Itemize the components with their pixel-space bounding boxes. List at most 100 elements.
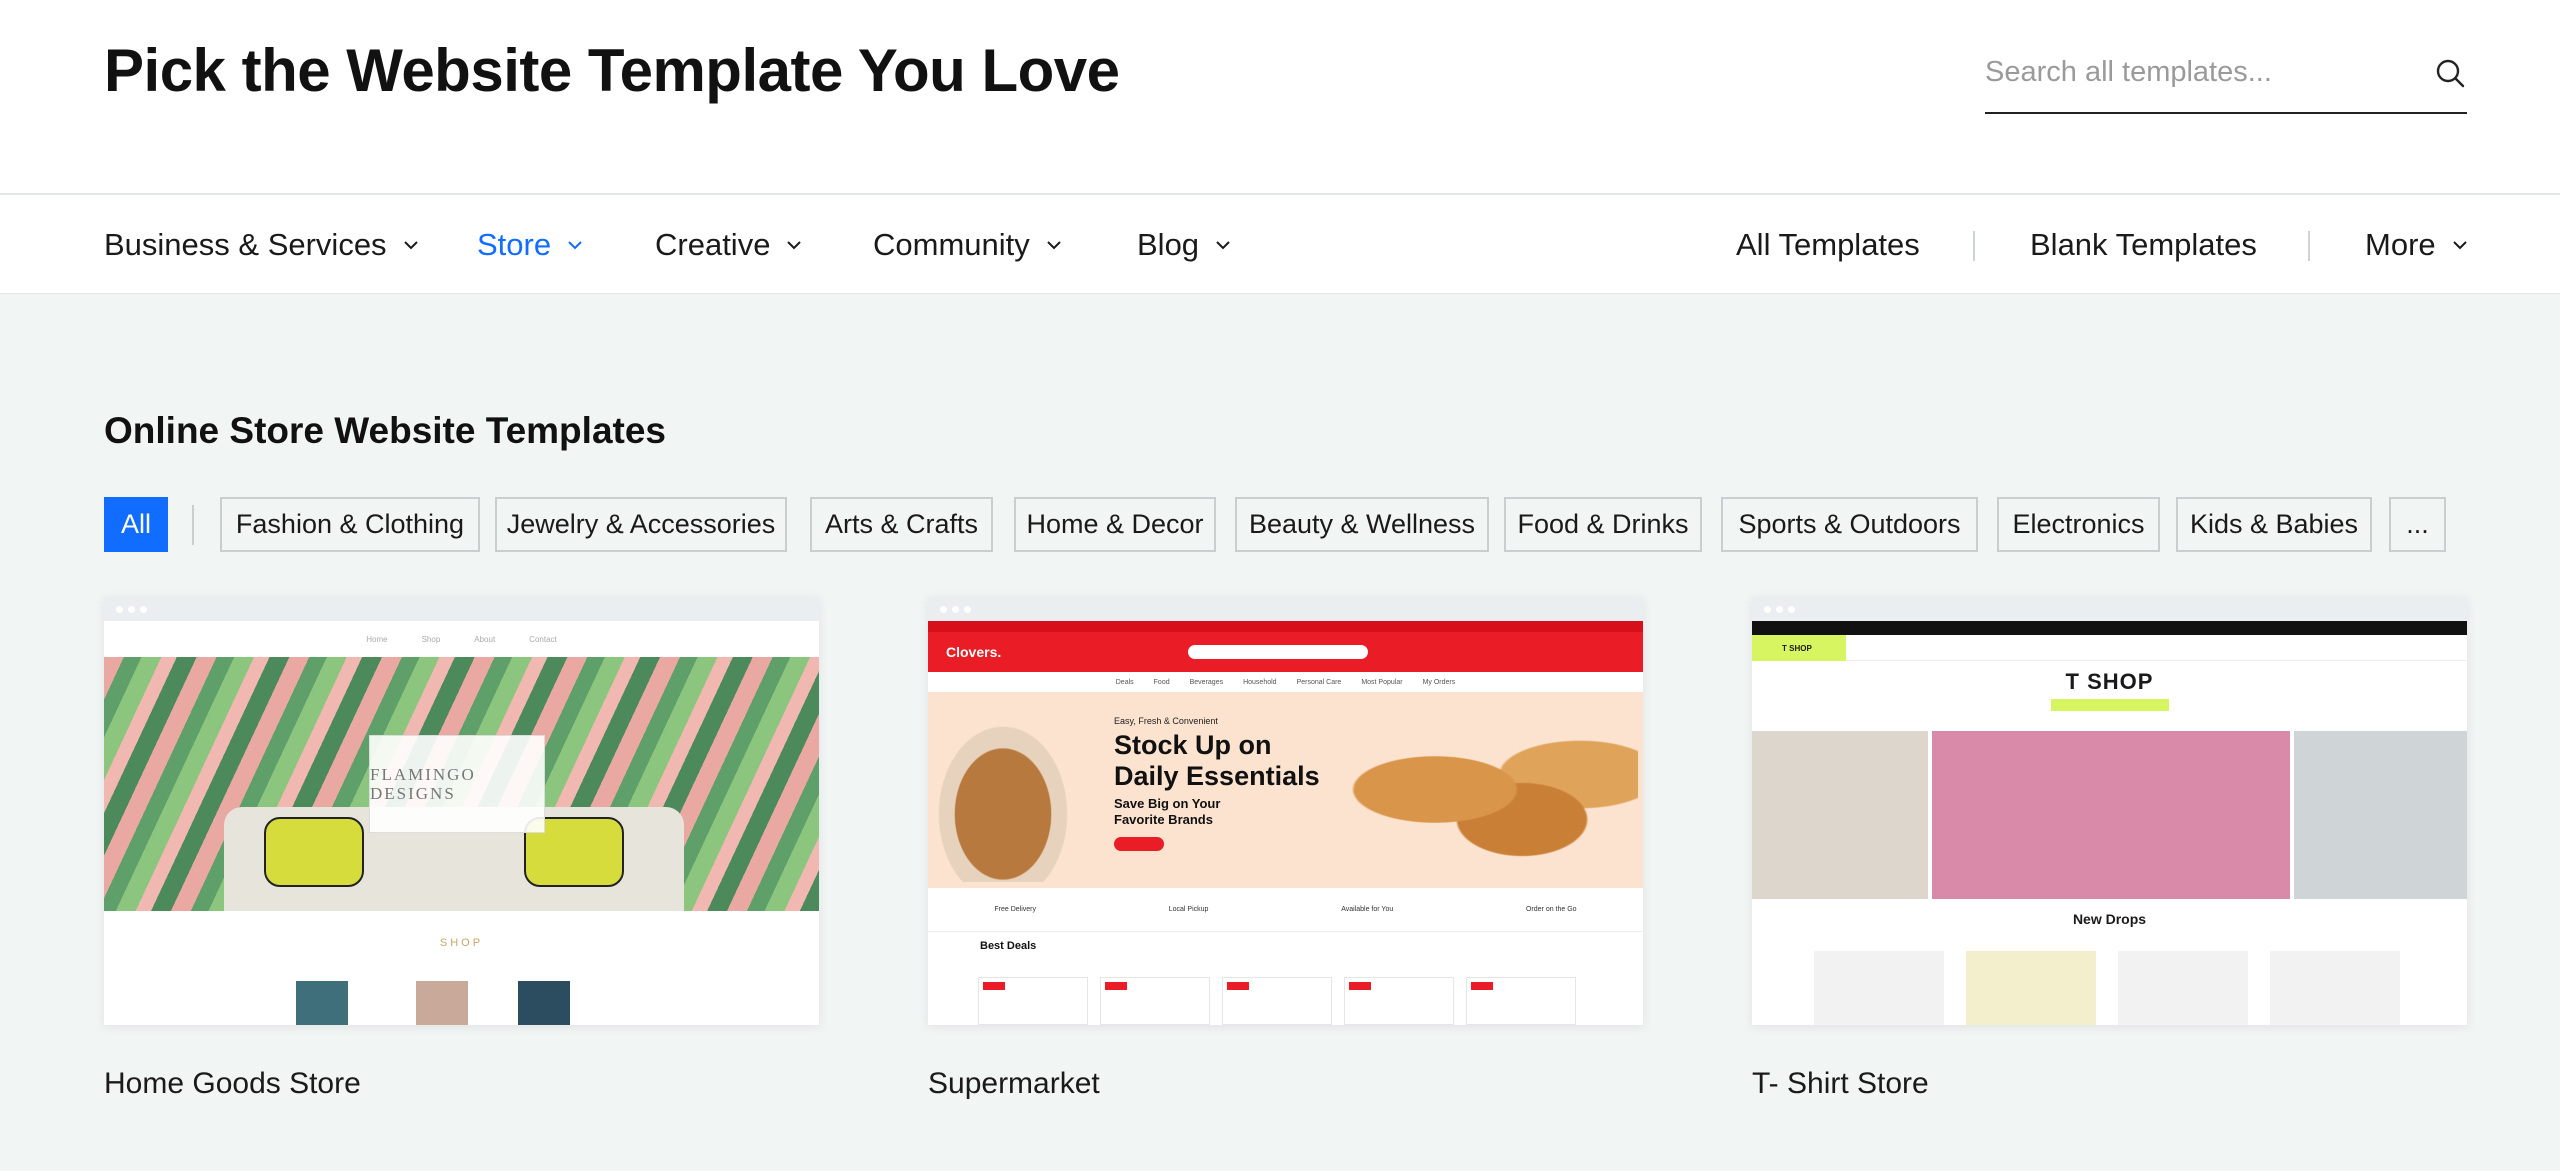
nav-label: Creative [655, 226, 771, 262]
preview-subheadline-line: Favorite Brands [1114, 812, 1213, 827]
search-icon[interactable] [2433, 56, 2467, 90]
product-tile [1966, 951, 2096, 1025]
nav-label: All Templates [1736, 226, 1920, 262]
preview-subheadline-line: Save Big on Your [1114, 796, 1221, 811]
page-title: Pick the Website Template You Love [104, 37, 1120, 104]
filter-chip-arts-crafts[interactable]: Arts & Crafts [810, 497, 993, 552]
nav-divider [1973, 231, 1975, 261]
preview-header: T SHOP [1752, 635, 2467, 661]
filter-chip-all[interactable]: All [104, 497, 168, 552]
product-image [296, 981, 348, 1025]
nav-community[interactable]: Community [873, 195, 1064, 294]
search-box[interactable] [1985, 46, 2467, 114]
preview-title: T SHOP [2065, 669, 2154, 694]
preview-brand-sign: FLAMINGO DESIGNS [369, 735, 545, 833]
preview-tagline [2050, 699, 2169, 711]
preview-deals-title: Best Deals [980, 940, 1037, 952]
filter-chips: All Fashion & Clothing Jewelry & Accesso… [104, 497, 2504, 552]
nav-label: Blank Templates [2030, 226, 2257, 262]
preview-subheadline: Save Big on Your Favorite Brands [1114, 796, 1220, 828]
browser-bar [1752, 597, 2467, 621]
preview-new-drops: New Drops [2072, 911, 2147, 927]
preview-headline: Stock Up on Daily Essentials [1114, 730, 1320, 792]
preview-features: Free Delivery Local Pickup Available for… [928, 888, 1643, 932]
filter-chip-food-drinks[interactable]: Food & Drinks [1504, 497, 1702, 552]
nav-all-templates[interactable]: All Templates [1736, 195, 1920, 294]
loaves-image [1348, 722, 1638, 872]
preview-hero-image: FLAMINGO DESIGNS [104, 657, 819, 911]
preview-shop-label: SHOP [439, 937, 484, 949]
preview-eyebrow: Easy, Fresh & Convenient [1114, 716, 1218, 726]
filter-chip-jewelry-accessories[interactable]: Jewelry & Accessories [495, 497, 787, 552]
browser-bar [104, 597, 819, 621]
chevron-down-icon [1216, 240, 1230, 249]
section-title: Online Store Website Templates [104, 410, 666, 451]
filter-chip-beauty-wellness[interactable]: Beauty & Wellness [1235, 497, 1489, 552]
chevron-down-icon [403, 240, 418, 249]
preview-promo-bar [1752, 621, 2467, 635]
feature-label: Free Delivery [994, 906, 1036, 913]
product-tile [1344, 977, 1454, 1025]
nav-label: Blog [1137, 226, 1200, 262]
chevron-down-icon [568, 240, 582, 249]
product-image [416, 981, 468, 1025]
template-card-home-goods[interactable]: Home Shop About Contact FLAMINGO DESIGNS SH… [104, 597, 819, 1101]
preview-shop-button [1114, 837, 1164, 851]
preview-hero: Easy, Fresh & Convenient Stock Up on Dai… [928, 692, 1643, 888]
model-photo [1752, 731, 1928, 899]
chevron-down-icon [787, 240, 802, 249]
pillow-image [264, 817, 364, 887]
filter-chip-electronics[interactable]: Electronics [1997, 497, 2160, 552]
product-tile [1222, 977, 1332, 1025]
nav-creative[interactable]: Creative [655, 195, 804, 294]
nav-blank-templates[interactable]: Blank Templates [2030, 195, 2257, 294]
nav-label: Store [477, 226, 552, 262]
template-thumbnail[interactable]: T SHOP T SHOP New Drops [1752, 597, 2467, 1025]
product-tile [1466, 977, 1576, 1025]
preview-nav: Home Shop About Contact [104, 621, 819, 657]
nav-label: Business & Services [104, 226, 387, 262]
product-tile [978, 977, 1088, 1025]
preview-headline-line: Daily Essentials [1114, 761, 1320, 791]
feature-label: Order on the Go [1525, 906, 1577, 913]
template-name[interactable]: Supermarket [928, 1067, 1643, 1101]
model-photo [2294, 731, 2467, 899]
template-card-tshirt-store[interactable]: T SHOP T SHOP New Drops T- Shirt Store [1752, 597, 2467, 1101]
template-card-supermarket[interactable]: Clovers. Deals Food Beverages Household Pers… [928, 597, 1643, 1101]
feature-label: Local Pickup [1168, 906, 1209, 913]
nav-more[interactable]: More [2365, 195, 2470, 294]
product-image [518, 981, 570, 1025]
preview-photos [1752, 731, 2467, 899]
preview-logo: T SHOP [1752, 635, 1846, 661]
browser-bar [928, 597, 1643, 621]
template-name[interactable]: Home Goods Store [104, 1067, 819, 1101]
template-thumbnail[interactable]: Home Shop About Contact FLAMINGO DESIGNS SH… [104, 597, 819, 1025]
nav-business-services[interactable]: Business & Services [104, 195, 421, 294]
preview-headline-line: Stock Up on [1114, 730, 1272, 760]
chevron-down-icon [1047, 240, 1061, 249]
template-name[interactable]: T- Shirt Store [1752, 1067, 2467, 1101]
filter-chip-kids-babies[interactable]: Kids & Babies [2176, 497, 2372, 552]
tshirt-photo [1932, 731, 2290, 899]
bread-image [928, 712, 1078, 882]
chevron-down-icon [2452, 240, 2467, 249]
nav-label: More [2365, 226, 2436, 262]
preview-header: Clovers. [928, 632, 1643, 672]
filter-chip-fashion-clothing[interactable]: Fashion & Clothing [220, 497, 480, 552]
filter-chip-more[interactable]: ... [2389, 497, 2446, 552]
filter-divider [192, 505, 194, 545]
nav-divider [2308, 231, 2310, 261]
product-tile [2118, 951, 2248, 1025]
preview-search [1188, 645, 1368, 659]
nav-store[interactable]: Store [477, 195, 585, 294]
filter-chip-sports-outdoors[interactable]: Sports & Outdoors [1721, 497, 1978, 552]
product-tile [1814, 951, 1944, 1025]
template-thumbnail[interactable]: Clovers. Deals Food Beverages Household Pers… [928, 597, 1643, 1025]
search-input[interactable] [1985, 46, 2405, 98]
preview-promo-bar [928, 621, 1643, 632]
filter-chip-home-decor[interactable]: Home & Decor [1014, 497, 1216, 552]
product-tile [2270, 951, 2400, 1025]
preview-brand: FLAMINGO DESIGNS [370, 765, 476, 803]
preview-logo: Clovers. [946, 644, 1002, 660]
nav-blog[interactable]: Blog [1137, 195, 1233, 294]
